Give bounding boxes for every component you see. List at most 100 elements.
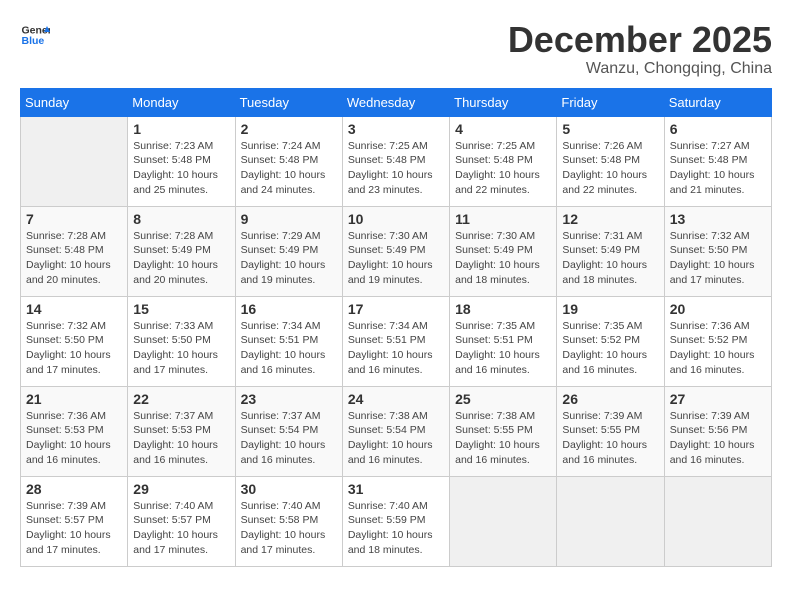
day-number: 8 <box>133 211 229 227</box>
calendar-cell: 6Sunrise: 7:27 AM Sunset: 5:48 PM Daylig… <box>664 116 771 206</box>
day-info: Sunrise: 7:40 AM Sunset: 5:58 PM Dayligh… <box>241 499 337 558</box>
day-info: Sunrise: 7:25 AM Sunset: 5:48 PM Dayligh… <box>455 139 551 198</box>
week-row-1: 1Sunrise: 7:23 AM Sunset: 5:48 PM Daylig… <box>21 116 772 206</box>
calendar-cell: 18Sunrise: 7:35 AM Sunset: 5:51 PM Dayli… <box>450 296 557 386</box>
day-info: Sunrise: 7:30 AM Sunset: 5:49 PM Dayligh… <box>348 229 444 288</box>
day-info: Sunrise: 7:37 AM Sunset: 5:53 PM Dayligh… <box>133 409 229 468</box>
day-number: 25 <box>455 391 551 407</box>
day-info: Sunrise: 7:32 AM Sunset: 5:50 PM Dayligh… <box>26 319 122 378</box>
calendar-cell: 21 Sunrise: 7:36 AM Sunset: 5:53 PM Dayli… <box>21 386 128 476</box>
logo: General Blue <box>20 20 50 50</box>
calendar-cell: 7Sunrise: 7:28 AM Sunset: 5:48 PM Daylig… <box>21 206 128 296</box>
day-info: Sunrise: 7:25 AM Sunset: 5:48 PM Dayligh… <box>348 139 444 198</box>
day-number: 31 <box>348 481 444 497</box>
calendar-cell: 24 Sunrise: 7:38 AM Sunset: 5:54 PM Dayli… <box>342 386 449 476</box>
day-number: 10 <box>348 211 444 227</box>
day-info: Sunrise: 7:34 AM Sunset: 5:51 PM Dayligh… <box>241 319 337 378</box>
day-number: 27 <box>670 391 766 407</box>
title-section: December 2025 Wanzu, Chongqing, China <box>508 20 772 78</box>
day-number: 24 <box>348 391 444 407</box>
day-info: Sunrise: 7:35 AM Sunset: 5:52 PM Dayligh… <box>562 319 658 378</box>
day-number: 21 <box>26 391 122 407</box>
day-number: 13 <box>670 211 766 227</box>
day-info: Sunrise: 7:24 AM Sunset: 5:48 PM Dayligh… <box>241 139 337 198</box>
day-number: 2 <box>241 121 337 137</box>
day-number: 3 <box>348 121 444 137</box>
calendar-cell: 2 Sunrise: 7:24 AM Sunset: 5:48 PM Daylig… <box>235 116 342 206</box>
calendar-cell: 13Sunrise: 7:32 AM Sunset: 5:50 PM Dayli… <box>664 206 771 296</box>
calendar-cell: 19 Sunrise: 7:35 AM Sunset: 5:52 PM Dayli… <box>557 296 664 386</box>
calendar-cell: 31 Sunrise: 7:40 AM Sunset: 5:59 PM Dayli… <box>342 476 449 566</box>
day-number: 17 <box>348 301 444 317</box>
header-day-wednesday: Wednesday <box>342 88 449 116</box>
day-info: Sunrise: 7:26 AM Sunset: 5:48 PM Dayligh… <box>562 139 658 198</box>
svg-text:Blue: Blue <box>22 35 45 47</box>
calendar-cell: 29Sunrise: 7:40 AM Sunset: 5:57 PM Dayli… <box>128 476 235 566</box>
day-number: 6 <box>670 121 766 137</box>
day-info: Sunrise: 7:38 AM Sunset: 5:54 PM Dayligh… <box>348 409 444 468</box>
day-number: 1 <box>133 121 229 137</box>
day-number: 19 <box>562 301 658 317</box>
day-info: Sunrise: 7:37 AM Sunset: 5:54 PM Dayligh… <box>241 409 337 468</box>
day-number: 5 <box>562 121 658 137</box>
logo-icon: General Blue <box>20 20 50 50</box>
day-number: 7 <box>26 211 122 227</box>
day-number: 14 <box>26 301 122 317</box>
day-number: 20 <box>670 301 766 317</box>
calendar-cell: 27 Sunrise: 7:39 AM Sunset: 5:56 PM Dayli… <box>664 386 771 476</box>
day-info: Sunrise: 7:33 AM Sunset: 5:50 PM Dayligh… <box>133 319 229 378</box>
calendar-cell: 26 Sunrise: 7:39 AM Sunset: 5:55 PM Dayli… <box>557 386 664 476</box>
calendar-cell <box>557 476 664 566</box>
day-number: 4 <box>455 121 551 137</box>
header-row: SundayMondayTuesdayWednesdayThursdayFrid… <box>21 88 772 116</box>
month-title: December 2025 <box>508 20 772 60</box>
calendar-cell: 9 Sunrise: 7:29 AM Sunset: 5:49 PM Daylig… <box>235 206 342 296</box>
day-info: Sunrise: 7:31 AM Sunset: 5:49 PM Dayligh… <box>562 229 658 288</box>
calendar-cell: 14 Sunrise: 7:32 AM Sunset: 5:50 PM Dayli… <box>21 296 128 386</box>
day-info: Sunrise: 7:36 AM Sunset: 5:53 PM Dayligh… <box>26 409 122 468</box>
calendar-cell: 23Sunrise: 7:37 AM Sunset: 5:54 PM Dayli… <box>235 386 342 476</box>
week-row-3: 14 Sunrise: 7:32 AM Sunset: 5:50 PM Dayli… <box>21 296 772 386</box>
calendar-cell <box>450 476 557 566</box>
week-row-5: 28 Sunrise: 7:39 AM Sunset: 5:57 PM Dayli… <box>21 476 772 566</box>
day-info: Sunrise: 7:29 AM Sunset: 5:49 PM Dayligh… <box>241 229 337 288</box>
calendar-cell <box>664 476 771 566</box>
calendar-cell: 17Sunrise: 7:34 AM Sunset: 5:51 PM Dayli… <box>342 296 449 386</box>
calendar-cell: 5 Sunrise: 7:26 AM Sunset: 5:48 PM Daylig… <box>557 116 664 206</box>
day-number: 28 <box>26 481 122 497</box>
calendar-cell: 30 Sunrise: 7:40 AM Sunset: 5:58 PM Dayli… <box>235 476 342 566</box>
header-day-tuesday: Tuesday <box>235 88 342 116</box>
calendar-cell: 28 Sunrise: 7:39 AM Sunset: 5:57 PM Dayli… <box>21 476 128 566</box>
calendar-cell: 15 Sunrise: 7:33 AM Sunset: 5:50 PM Dayli… <box>128 296 235 386</box>
day-info: Sunrise: 7:39 AM Sunset: 5:55 PM Dayligh… <box>562 409 658 468</box>
calendar-table: SundayMondayTuesdayWednesdayThursdayFrid… <box>20 88 772 567</box>
week-row-4: 21 Sunrise: 7:36 AM Sunset: 5:53 PM Dayli… <box>21 386 772 476</box>
page-header: General Blue December 2025 Wanzu, Chongq… <box>20 20 772 78</box>
day-number: 16 <box>241 301 337 317</box>
day-number: 9 <box>241 211 337 227</box>
header-day-thursday: Thursday <box>450 88 557 116</box>
day-number: 18 <box>455 301 551 317</box>
calendar-cell: 22Sunrise: 7:37 AM Sunset: 5:53 PM Dayli… <box>128 386 235 476</box>
day-number: 30 <box>241 481 337 497</box>
calendar-cell <box>21 116 128 206</box>
day-info: Sunrise: 7:30 AM Sunset: 5:49 PM Dayligh… <box>455 229 551 288</box>
header-day-sunday: Sunday <box>21 88 128 116</box>
day-number: 15 <box>133 301 229 317</box>
calendar-cell: 1Sunrise: 7:23 AM Sunset: 5:48 PM Daylig… <box>128 116 235 206</box>
day-info: Sunrise: 7:40 AM Sunset: 5:57 PM Dayligh… <box>133 499 229 558</box>
location-title: Wanzu, Chongqing, China <box>508 60 772 78</box>
day-number: 26 <box>562 391 658 407</box>
day-info: Sunrise: 7:28 AM Sunset: 5:49 PM Dayligh… <box>133 229 229 288</box>
day-info: Sunrise: 7:38 AM Sunset: 5:55 PM Dayligh… <box>455 409 551 468</box>
calendar-cell: 8 Sunrise: 7:28 AM Sunset: 5:49 PM Daylig… <box>128 206 235 296</box>
calendar-cell: 11 Sunrise: 7:30 AM Sunset: 5:49 PM Dayli… <box>450 206 557 296</box>
day-info: Sunrise: 7:36 AM Sunset: 5:52 PM Dayligh… <box>670 319 766 378</box>
day-info: Sunrise: 7:40 AM Sunset: 5:59 PM Dayligh… <box>348 499 444 558</box>
day-info: Sunrise: 7:39 AM Sunset: 5:57 PM Dayligh… <box>26 499 122 558</box>
calendar-cell: 16 Sunrise: 7:34 AM Sunset: 5:51 PM Dayli… <box>235 296 342 386</box>
day-number: 11 <box>455 211 551 227</box>
calendar-cell: 25 Sunrise: 7:38 AM Sunset: 5:55 PM Dayli… <box>450 386 557 476</box>
header-day-saturday: Saturday <box>664 88 771 116</box>
day-info: Sunrise: 7:39 AM Sunset: 5:56 PM Dayligh… <box>670 409 766 468</box>
